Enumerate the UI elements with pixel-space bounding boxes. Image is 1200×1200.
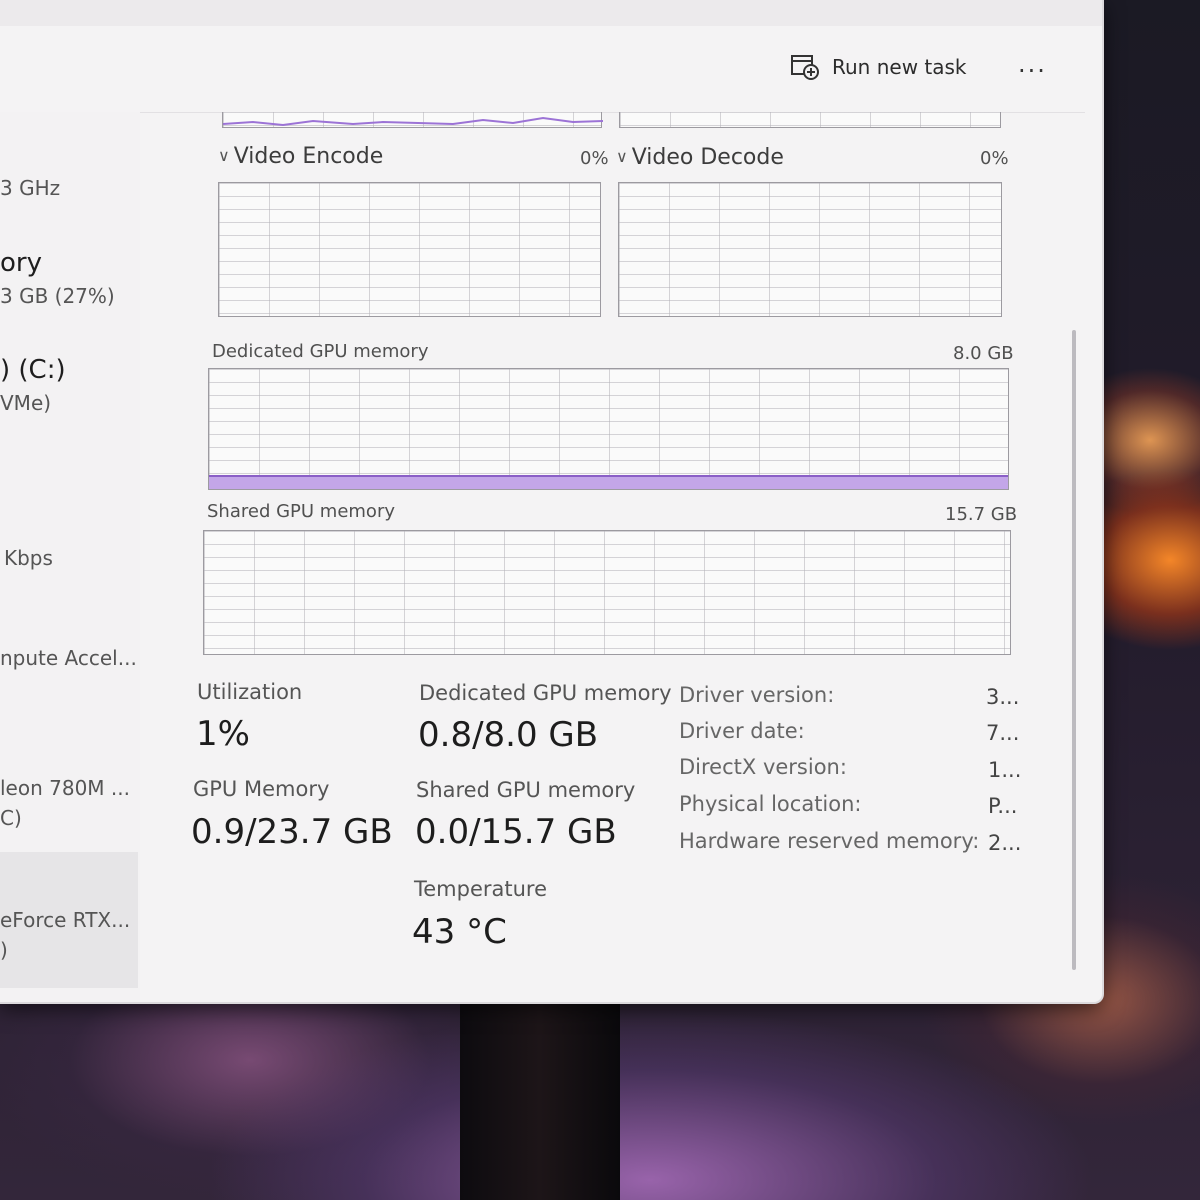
sidebar-item-gpu0-detail[interactable]: C) xyxy=(0,806,22,830)
video-encode-title[interactable]: ∨ Video Encode xyxy=(218,144,383,169)
task-manager-window: Run new task ... 3 GHz ory 3 GB (27%) ) … xyxy=(0,0,1104,1004)
hardware-reserved-memory-label: Hardware reserved memory: xyxy=(679,829,980,853)
gpu-memory-label: GPU Memory xyxy=(193,777,330,801)
physical-location-label: Physical location: xyxy=(679,792,862,816)
video-decode-title[interactable]: ∨ Video Decode xyxy=(616,145,784,170)
run-new-task-icon xyxy=(791,55,819,80)
hardware-reserved-memory-value: 2... xyxy=(988,831,1022,855)
dedicated-memory-graph-max: 8.0 GB xyxy=(953,343,1014,364)
sidebar-item-disk-title[interactable]: ) (C:) xyxy=(0,355,66,385)
sidebar-item-npu-detail[interactable]: npute Accel... xyxy=(0,646,137,670)
graph-3d-partial xyxy=(222,112,603,128)
video-encode-percent: 0% xyxy=(580,148,609,169)
shared-memory-graph-title: Shared GPU memory xyxy=(207,501,395,522)
run-new-task-label: Run new task xyxy=(832,55,967,79)
gpu-memory-value: 0.9/23.7 GB xyxy=(191,812,393,852)
driver-version-value: 3... xyxy=(986,685,1020,709)
sidebar-item-gpu1-title[interactable]: eForce RTX... xyxy=(0,908,130,932)
run-new-task-button[interactable]: Run new task xyxy=(790,52,967,82)
driver-date-value: 7... xyxy=(986,721,1020,745)
shared-memory-graph xyxy=(203,530,1011,655)
driver-date-label: Driver date: xyxy=(679,719,805,743)
dedicated-memory-graph-title: Dedicated GPU memory xyxy=(212,341,429,362)
video-encode-graph xyxy=(218,182,601,317)
shared-memory-label: Shared GPU memory xyxy=(416,778,636,802)
dedicated-memory-label: Dedicated GPU memory xyxy=(419,681,672,705)
sidebar-item-gpu1-detail[interactable]: ) xyxy=(0,938,8,962)
vertical-scrollbar[interactable] xyxy=(1072,330,1076,970)
sidebar-item-memory-detail[interactable]: 3 GB (27%) xyxy=(0,284,115,308)
graph-3d-partial-line xyxy=(223,116,603,127)
video-decode-graph xyxy=(618,182,1002,317)
more-options-button[interactable]: ... xyxy=(1018,50,1047,78)
shared-memory-value: 0.0/15.7 GB xyxy=(415,812,617,852)
sidebar-item-gpu0-title[interactable]: leon 780M ... xyxy=(0,776,130,800)
video-decode-percent: 0% xyxy=(980,148,1009,169)
sidebar-item-disk-detail[interactable]: VMe) xyxy=(0,391,51,415)
utilization-label: Utilization xyxy=(197,680,303,704)
chevron-down-icon: ∨ xyxy=(218,146,230,165)
desktop-wallpaper-tower xyxy=(460,1000,620,1200)
directx-version-label: DirectX version: xyxy=(679,755,847,779)
dedicated-memory-usage-fill xyxy=(209,475,1008,489)
sidebar-item-memory-title[interactable]: ory xyxy=(0,248,42,278)
directx-version-value: 1... xyxy=(988,758,1022,782)
chevron-down-icon: ∨ xyxy=(616,147,628,166)
graph-copy-partial xyxy=(619,112,1001,128)
driver-version-label: Driver version: xyxy=(679,683,835,707)
utilization-value: 1% xyxy=(196,714,250,754)
temperature-value: 43 °C xyxy=(412,912,507,952)
title-bar xyxy=(0,0,1102,26)
sidebar-item-network-detail[interactable]: Kbps xyxy=(4,546,53,570)
dedicated-memory-graph xyxy=(208,368,1009,490)
dedicated-memory-value: 0.8/8.0 GB xyxy=(418,715,599,755)
temperature-label: Temperature xyxy=(414,877,548,901)
shared-memory-graph-max: 15.7 GB xyxy=(945,504,1018,525)
physical-location-value: P... xyxy=(988,794,1018,818)
sidebar-item-cpu-detail[interactable]: 3 GHz xyxy=(0,176,60,200)
